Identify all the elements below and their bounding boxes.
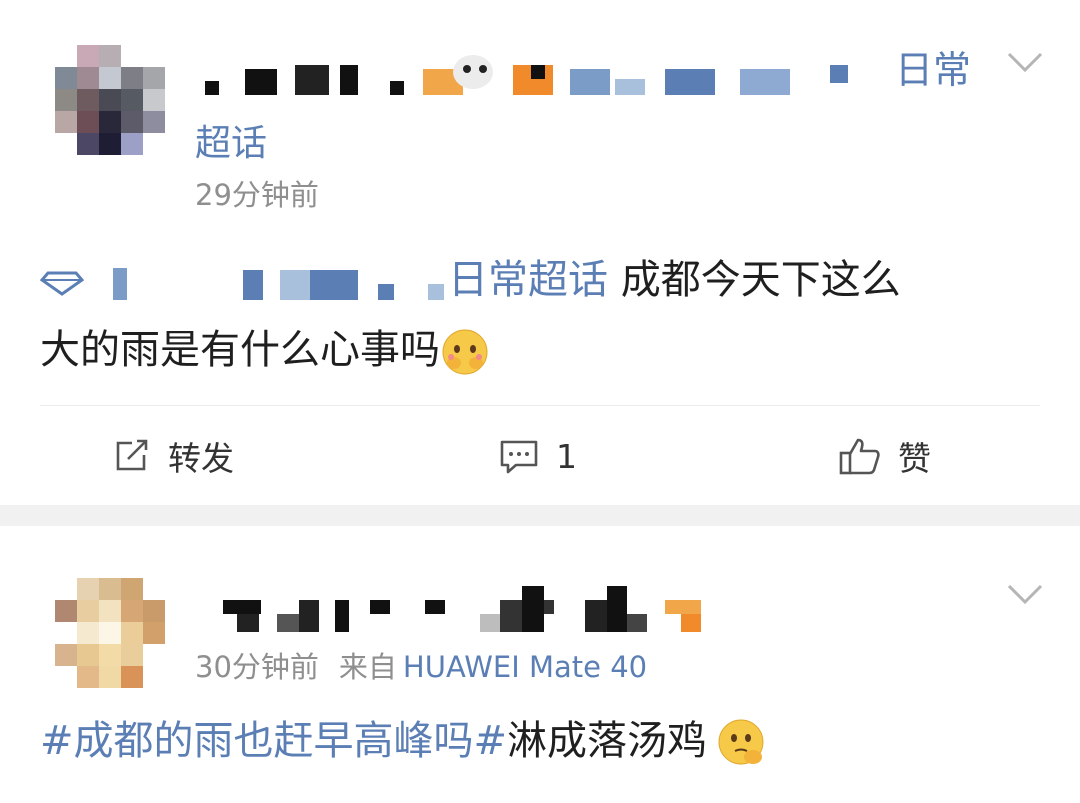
post-separator [0, 505, 1080, 526]
comment-icon [500, 440, 538, 474]
content-text-2: 大的雨是有什么心事吗 [40, 327, 440, 373]
chevron-down-icon[interactable] [1005, 582, 1045, 606]
source-prefix: 来自 [338, 650, 397, 684]
repost-button[interactable]: 转发 [112, 434, 234, 478]
hashtag-link[interactable]: #成都的雨也赶早高峰吗# [40, 718, 507, 764]
supertopic-link-pixelated[interactable] [88, 262, 448, 302]
avatar[interactable] [55, 578, 165, 688]
chevron-down-icon[interactable] [1005, 50, 1045, 74]
like-label: 赞 [898, 439, 931, 478]
repost-icon [116, 439, 148, 471]
shy-face-emoji-icon [442, 329, 488, 375]
thumbs-up-icon [839, 438, 880, 475]
post-time: 30分钟前 [195, 650, 319, 684]
supertopic-name-line2[interactable]: 超话 [195, 122, 267, 166]
comment-count: 1 [556, 436, 577, 476]
weibo-post-1: 日常 超话 29分钟前 日常超话 成都今天下这么 大的雨是有什么心事吗 转发 1… [0, 0, 1080, 505]
supertopic-link[interactable]: 日常超话 [448, 257, 608, 303]
post-time: 29分钟前 [195, 178, 319, 212]
repost-label: 转发 [168, 439, 234, 478]
post-content: 日常超话 成都今天下这么 大的雨是有什么心事吗 [40, 245, 1040, 385]
weibo-post-2: 30分钟前 来自 HUAWEI Mate 40 #成都的雨也赶早高峰吗#淋成落汤鸡 [0, 526, 1080, 803]
supertopic-name-suffix[interactable]: 日常 [895, 48, 971, 92]
comment-button[interactable]: 1 [498, 434, 577, 478]
avatar[interactable] [55, 45, 165, 155]
content-text-1: 成都今天下这么 [620, 257, 901, 303]
diamond-icon [40, 271, 84, 296]
post-meta: 30分钟前 来自 HUAWEI Mate 40 [195, 650, 647, 684]
username-pixelated[interactable] [195, 55, 855, 95]
thinking-face-emoji-icon [718, 719, 764, 765]
like-button[interactable]: 赞 [838, 434, 931, 478]
username-pixelated[interactable] [215, 578, 715, 638]
action-bar: 转发 1 赞 [40, 405, 1040, 506]
content-text: 淋成落汤鸡 [507, 718, 708, 764]
source-device: HUAWEI Mate 40 [402, 650, 648, 684]
post-content: #成都的雨也赶早高峰吗#淋成落汤鸡 [40, 706, 1040, 776]
